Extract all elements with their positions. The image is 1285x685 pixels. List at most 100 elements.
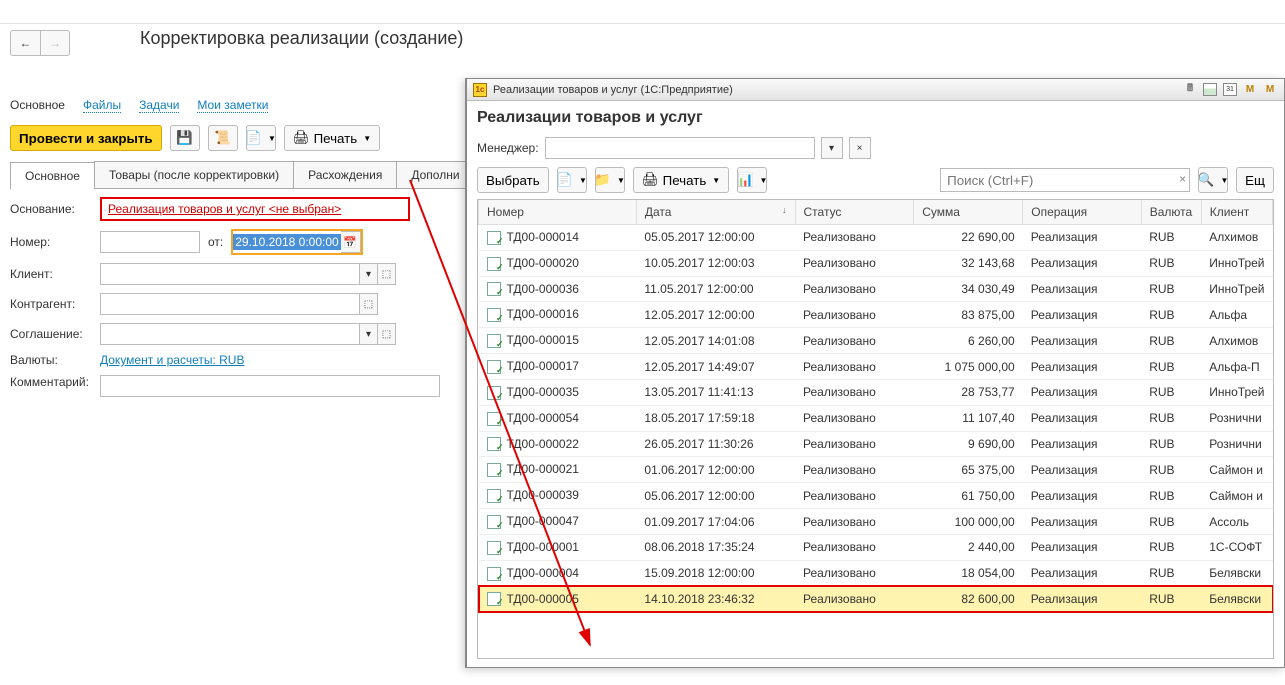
document-icon — [487, 592, 501, 606]
document-icon — [487, 541, 501, 555]
table-row[interactable]: ТД00-00000415.09.2018 12:00:00Реализован… — [479, 560, 1273, 586]
search-field[interactable] — [940, 168, 1190, 192]
table-row[interactable]: ТД00-00001612.05.2017 12:00:00Реализован… — [479, 302, 1273, 328]
dlg-report-button[interactable]: 📁▼ — [595, 167, 625, 193]
client-select-button[interactable]: ▾ — [360, 263, 378, 285]
col-currency[interactable]: Валюта — [1141, 200, 1201, 225]
tab-notes[interactable]: Мои заметки — [197, 98, 268, 113]
table-row[interactable]: ТД00-00003611.05.2017 12:00:00Реализован… — [479, 276, 1273, 302]
col-number[interactable]: Номер — [479, 200, 637, 225]
document-icon — [487, 437, 501, 451]
dialog-titlebar-text: Реализации товаров и услуг (1С:Предприят… — [493, 84, 1176, 96]
date-prefix: от: — [208, 235, 223, 249]
document-icon — [487, 567, 501, 581]
manager-dropdown-button[interactable]: ▾ — [821, 137, 843, 159]
manager-clear-button[interactable]: × — [849, 137, 871, 159]
dlg-report2-button[interactable]: 📊▼ — [737, 167, 767, 193]
createbased-button[interactable]: 📄▼ — [246, 125, 276, 151]
table-row[interactable]: ТД00-00000108.06.2018 17:35:24Реализован… — [479, 534, 1273, 560]
post-button[interactable]: 📜 — [208, 125, 238, 151]
agreement-label: Соглашение: — [10, 327, 100, 341]
col-operation[interactable]: Операция — [1023, 200, 1141, 225]
tab-files[interactable]: Файлы — [83, 98, 121, 113]
basis-link[interactable]: Реализация товаров и услуг <не выбран> — [108, 202, 341, 216]
agreement-field[interactable] — [100, 323, 360, 345]
dlg-print-button[interactable]: 🖨 Печать ▼ — [633, 167, 730, 193]
currency-label: Валюты: — [10, 353, 100, 367]
table-row[interactable]: ТД00-00001712.05.2017 14:49:07Реализован… — [479, 354, 1273, 380]
number-field[interactable] — [100, 231, 200, 253]
client-field[interactable] — [100, 263, 360, 285]
dialog-heading: Реализации товаров и услуг — [477, 109, 1274, 127]
magnifier-icon: 🔍 — [1198, 172, 1215, 188]
doc-tab-extra[interactable]: Дополни — [396, 161, 474, 188]
search-clear-button[interactable]: × — [1179, 172, 1186, 186]
floppy-icon: 💾 — [176, 130, 193, 146]
date-field[interactable]: 29.10.2018 0:00:00 — [233, 234, 340, 250]
tab-main[interactable]: Основное — [10, 98, 65, 113]
save-button[interactable]: 💾 — [170, 125, 200, 151]
tab-tasks[interactable]: Задачи — [139, 98, 179, 113]
comment-label: Комментарий: — [10, 375, 100, 389]
agreement-select-button[interactable]: ▾ — [360, 323, 378, 345]
document-icon — [487, 308, 501, 322]
client-open-button[interactable]: ⬚ — [378, 263, 396, 285]
document-icon — [487, 257, 501, 271]
table-row[interactable]: ТД00-00002101.06.2017 12:00:00Реализован… — [479, 457, 1273, 483]
col-sum[interactable]: Сумма — [914, 200, 1023, 225]
manager-label: Менеджер: — [477, 141, 539, 155]
number-label: Номер: — [10, 235, 100, 249]
folder-icon: 📁 — [594, 172, 611, 188]
print-button[interactable]: 🖨 Печать ▼ — [284, 125, 381, 151]
documents-table[interactable]: Номер Дата↓ Статус Сумма Операция Валюта… — [478, 200, 1273, 612]
col-status[interactable]: Статус — [795, 200, 914, 225]
selection-dialog: 1c Реализации товаров и услуг (1С:Предпр… — [465, 78, 1285, 668]
calc-icon[interactable]: 🖩 — [1182, 82, 1198, 98]
client-label: Клиент: — [10, 267, 100, 281]
doc-tab-diff[interactable]: Расхождения — [293, 161, 397, 188]
contragent-label: Контрагент: — [10, 297, 100, 311]
document-icon — [487, 231, 501, 245]
table-row[interactable]: ТД00-00003905.06.2017 12:00:00Реализован… — [479, 483, 1273, 509]
col-client[interactable]: Клиент — [1201, 200, 1272, 225]
col-date[interactable]: Дата↓ — [636, 200, 795, 225]
table-row[interactable]: ТД00-00002226.05.2017 11:30:26Реализован… — [479, 431, 1273, 457]
page-title: Корректировка реализации (создание) — [0, 18, 463, 55]
mplus-icon[interactable]: M — [1262, 82, 1278, 98]
table-row[interactable]: ТД00-00004701.09.2017 17:04:06Реализован… — [479, 509, 1273, 535]
post-and-close-button[interactable]: Провести и закрыть — [10, 125, 162, 151]
find-button[interactable]: 🔍▼ — [1198, 167, 1228, 193]
date31-icon[interactable]: 31 — [1222, 82, 1238, 98]
manager-field[interactable] — [545, 137, 815, 159]
printer-icon: 🖨 — [293, 130, 310, 146]
sort-indicator-icon: ↓ — [782, 205, 787, 215]
document-icon — [487, 282, 501, 296]
doc-tab-main[interactable]: Основное — [10, 162, 95, 189]
document-icon — [487, 334, 501, 348]
table-row[interactable]: ТД00-00002010.05.2017 12:00:03Реализован… — [479, 250, 1273, 276]
document-icon — [487, 386, 501, 400]
chart-icon: 📊 — [737, 172, 754, 188]
table-row[interactable]: ТД00-00003513.05.2017 11:41:13Реализован… — [479, 379, 1273, 405]
dlg-createbased-button[interactable]: 📄▼ — [557, 167, 587, 193]
printer-icon: 🖨 — [642, 172, 659, 188]
more-button[interactable]: Ещ — [1236, 167, 1274, 193]
contragent-field[interactable] — [100, 293, 360, 315]
table-row[interactable]: ТД00-00005418.05.2017 17:59:18Реализован… — [479, 405, 1273, 431]
document-icon — [487, 360, 501, 374]
m-icon[interactable]: M — [1242, 82, 1258, 98]
select-button[interactable]: Выбрать — [477, 167, 549, 193]
currency-link[interactable]: Документ и расчеты: RUB — [100, 353, 244, 367]
doc-tab-goods[interactable]: Товары (после корректировки) — [94, 161, 294, 188]
document-icon — [487, 515, 501, 529]
contragent-open-button[interactable]: ⬚ — [360, 293, 378, 315]
date-picker-button[interactable]: 📅 — [341, 231, 361, 253]
table-row[interactable]: ТД00-00001512.05.2017 14:01:08Реализован… — [479, 328, 1273, 354]
scroll-icon: 📜 — [214, 130, 231, 146]
table-row[interactable]: ТД00-00001405.05.2017 12:00:00Реализован… — [479, 225, 1273, 251]
agreement-open-button[interactable]: ⬚ — [378, 323, 396, 345]
calendar-icon[interactable] — [1202, 82, 1218, 98]
table-row[interactable]: ТД00-00000514.10.2018 23:46:32Реализован… — [479, 586, 1273, 612]
comment-field[interactable] — [100, 375, 440, 397]
document-icon — [487, 412, 501, 426]
